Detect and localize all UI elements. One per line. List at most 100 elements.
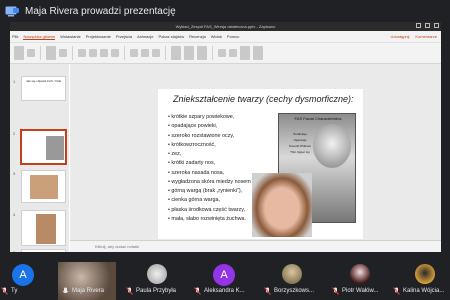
figure-label: Thin Upper Lip	[290, 150, 310, 154]
tab-insert[interactable]: Wstawianie	[60, 34, 80, 39]
child-photo	[252, 173, 312, 237]
participant-tile[interactable]: Kalina Wójcia...	[391, 262, 450, 300]
slide-thumbnail-3[interactable]	[21, 170, 66, 203]
tab-animations[interactable]: Animacje	[137, 34, 153, 39]
mic-off-icon	[1, 287, 8, 295]
baby-photo	[313, 124, 351, 168]
bullet-item: cienka górna warga,	[168, 196, 255, 205]
arrange-icon[interactable]	[184, 46, 194, 60]
avatar	[415, 264, 435, 284]
avatar	[282, 264, 302, 284]
bold-icon[interactable]	[78, 49, 86, 57]
comments-button[interactable]: Komentarze	[415, 34, 437, 39]
participant-name: Kalina Wójcia...	[403, 288, 445, 294]
figure-label: Small Eye Openings	[293, 132, 307, 142]
slide-editor: Zniekształcenie twarzy (cechy dysmorficz…	[70, 64, 441, 240]
ribbon-divider	[165, 46, 166, 60]
bullet-item: zez,	[168, 150, 255, 159]
shapes-icon[interactable]	[171, 46, 181, 60]
bullet-item: wygładzona skóra miedzy nosem a	[168, 178, 255, 187]
ribbon-divider	[124, 46, 125, 60]
slide-thumbnail-1[interactable]: Jak się objawia FAS / FAE	[21, 76, 66, 101]
participant-tile[interactable]: Paula Przybyła	[120, 262, 188, 300]
tab-help[interactable]: Pomoc	[227, 34, 239, 39]
mic-off-icon	[194, 287, 201, 295]
avatar: A	[12, 264, 34, 286]
minimize-icon[interactable]	[416, 23, 421, 28]
thumbnail-image	[36, 214, 56, 244]
font-color-icon[interactable]	[111, 49, 119, 57]
participant-tile[interactable]: Piotr Wałów...	[328, 262, 390, 300]
paste-icon[interactable]	[14, 46, 24, 60]
bullet-item: opadające powieki,	[168, 122, 255, 131]
current-slide[interactable]: Zniekształcenie twarzy (cechy dysmorficz…	[158, 89, 363, 239]
replace-icon[interactable]	[229, 49, 237, 57]
ribbon-divider	[40, 46, 41, 60]
dictate-icon[interactable]	[240, 46, 250, 60]
bullet-item: mała, słabo rozwinięta żuchwa.	[168, 215, 255, 224]
bullet-item: krótkie szpary powiekowe,	[168, 113, 255, 122]
participant-tile[interactable]: Borzyszkows...	[258, 262, 326, 300]
thumbnail-number: 4	[13, 212, 16, 217]
notes-pane[interactable]: Kliknij, aby dodać notatki	[70, 240, 441, 252]
share-button[interactable]: Udostępnij	[391, 34, 410, 39]
participant-strip: A Ty Maja Rivera Paula Przybyła A Aleksa…	[0, 262, 450, 300]
participant-name: Maja Rivera	[72, 288, 105, 294]
quick-styles-icon[interactable]	[197, 46, 207, 60]
bullet-item: szeroka nasada nosa,	[168, 169, 255, 178]
new-slide-icon[interactable]	[46, 46, 56, 60]
maximize-icon[interactable]	[425, 23, 430, 28]
tab-transitions[interactable]: Przejścia	[116, 34, 132, 39]
avatar	[350, 264, 370, 284]
underline-icon[interactable]	[100, 49, 108, 57]
slide-thumbnail-5[interactable]	[21, 249, 66, 252]
bullet-list: krótkie szpary powiekowe, opadające powi…	[168, 113, 255, 224]
presenter-title: Maja Rivera prowadzi prezentację	[25, 5, 176, 17]
window-controls	[416, 23, 439, 28]
slide-thumbnail-2[interactable]	[20, 129, 67, 165]
participant-tile[interactable]: A Ty	[0, 262, 55, 300]
bullet-item: górną wargą (brak „rynienki"),	[168, 187, 255, 196]
numbering-icon[interactable]	[141, 49, 149, 57]
ribbon-toolbar	[10, 43, 441, 64]
mic-off-icon	[393, 287, 400, 295]
designer-icon[interactable]	[253, 46, 263, 60]
thumbnail-image	[30, 175, 58, 199]
bullet-item: krótki zadarty nos,	[168, 159, 255, 168]
tab-review[interactable]: Recenzja	[189, 34, 206, 39]
slide-title: Zniekształcenie twarzy (cechy dysmorficz…	[173, 94, 354, 104]
mic-off-icon	[332, 287, 339, 295]
tab-home[interactable]: Narzędzia główne	[23, 34, 56, 40]
slide-thumbnails-pane: 1 Jak się objawia FAS / FAE 2 3 4 5	[10, 64, 69, 252]
document-title: Wykład_Zespół FAS_Wersja ostateczna.pptx…	[175, 24, 276, 29]
powerpoint-titlebar: Wykład_Zespół FAS_Wersja ostateczna.pptx…	[10, 22, 441, 31]
slide-thumbnail-4[interactable]	[21, 210, 66, 246]
layout-icon[interactable]	[59, 49, 67, 57]
thumbnail-number: 3	[13, 171, 16, 176]
ribbon-divider	[212, 46, 213, 60]
tab-slideshow[interactable]: Pokaz slajdów	[159, 34, 185, 39]
cut-icon[interactable]	[27, 49, 35, 57]
participant-name: Aleksandra K...	[204, 288, 245, 294]
thumbnail-caption: Jak się objawia FAS / FAE	[25, 79, 61, 83]
participant-name: Ty	[11, 288, 18, 294]
thumbnail-number: 1	[13, 79, 16, 84]
participant-tile[interactable]: Maja Rivera	[58, 262, 118, 300]
bullets-icon[interactable]	[130, 49, 138, 57]
bullet-item: płaska środkowa część twarzy,	[168, 206, 255, 215]
tab-plik[interactable]: Plik	[12, 34, 18, 39]
tab-view[interactable]: Widok	[211, 34, 222, 39]
bullet-item: krótkowzroczność,	[168, 141, 255, 150]
thumbnail-number: 2	[13, 131, 16, 136]
participant-tile[interactable]: A Aleksandra K...	[188, 262, 256, 300]
participant-name: Piotr Wałów...	[342, 288, 379, 294]
participant-name: Paula Przybyła	[136, 288, 177, 294]
shared-screen: Wykład_Zespół FAS_Wersja ostateczna.pptx…	[10, 22, 441, 252]
find-icon[interactable]	[218, 49, 226, 57]
align-icon[interactable]	[152, 49, 160, 57]
italic-icon[interactable]	[89, 49, 97, 57]
tab-design[interactable]: Projektowanie	[86, 34, 111, 39]
close-icon[interactable]	[434, 23, 439, 28]
thumbnail-number: 5	[13, 250, 15, 252]
figure-title: FAS Facial Characteristics	[294, 116, 342, 121]
